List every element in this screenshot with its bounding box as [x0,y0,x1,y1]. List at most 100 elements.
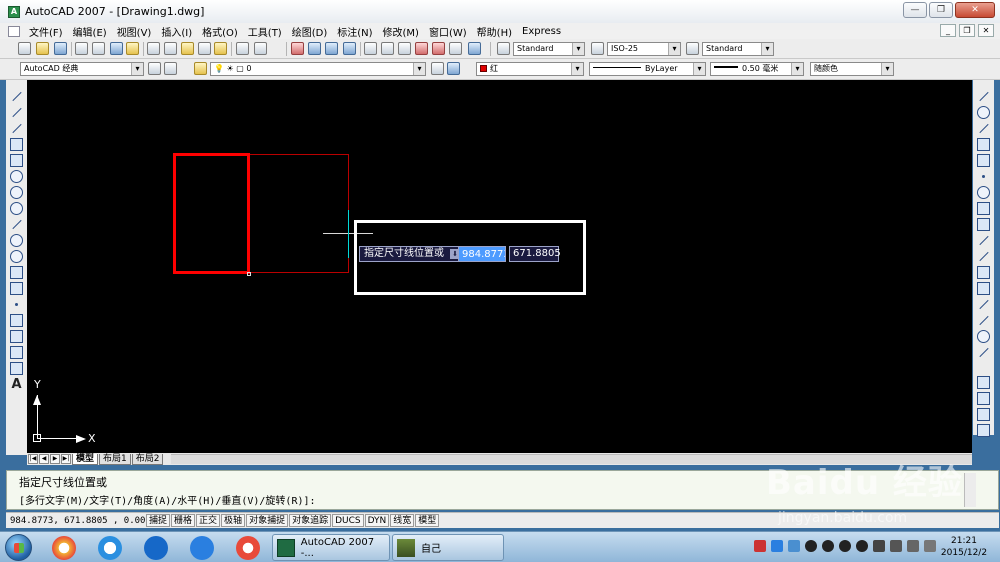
command-prompt-line[interactable]: [多行文字(M)/文字(T)/角度(A)/水平(H)/垂直(V)/旋转(R)]: [19,492,316,507]
table-icon[interactable] [10,362,23,375]
arc-icon[interactable] [10,170,23,183]
trim-icon[interactable] [977,234,990,247]
layer-manager-icon[interactable] [194,62,207,75]
chamfer-icon[interactable] [977,314,990,327]
menu-modify[interactable]: 修改(M) [378,24,424,39]
restore-button[interactable]: ❐ [929,2,953,18]
tab-nav-last[interactable]: ▶| [61,454,71,464]
publish-web-icon[interactable] [126,42,139,55]
color-select[interactable]: 红 [476,62,584,76]
linetype-select[interactable]: ByLayer [589,62,706,76]
red-rectangle-entity[interactable] [173,153,250,274]
polar-toggle[interactable]: 极轴 [221,514,246,527]
send-under-icon[interactable] [977,424,990,437]
copy-object-icon[interactable] [977,106,990,119]
match-properties-icon[interactable] [198,42,211,55]
publish-icon[interactable] [110,42,123,55]
tray-qq-icon[interactable] [856,540,868,552]
make-layer-current-icon[interactable] [431,62,444,75]
menu-view[interactable]: 视图(V) [112,24,157,39]
construction-line-icon[interactable] [10,106,23,119]
undo-icon[interactable] [236,42,249,55]
tool-palettes-icon[interactable] [398,42,411,55]
rectangle-icon[interactable] [10,154,23,167]
kugou-icon[interactable] [144,536,168,560]
insert-block-icon[interactable] [10,266,23,279]
break-icon[interactable] [977,282,990,295]
scale-icon[interactable] [977,202,990,215]
workspace-select[interactable]: AutoCAD 经典 [20,62,144,76]
extend-icon[interactable] [977,250,990,263]
ellipse-icon[interactable] [10,234,23,247]
taskbar-item-autocad[interactable]: AutoCAD 2007 -... [272,534,390,561]
command-line-scrollbar[interactable] [964,473,976,507]
table-style-icon[interactable] [686,42,699,55]
make-block-icon[interactable] [10,282,23,295]
menu-insert[interactable]: 插入(I) [156,24,197,39]
ellipse-arc-icon[interactable] [10,250,23,263]
menu-express[interactable]: Express [517,26,566,37]
browser-icon[interactable] [52,536,76,560]
circle-icon[interactable] [10,186,23,199]
pan-icon[interactable] [291,42,304,55]
autocad-app-icon[interactable]: A [8,5,20,18]
hatch-icon[interactable] [10,314,23,327]
doc-minimize-button[interactable]: _ [940,24,956,37]
point-icon[interactable] [10,298,23,311]
erase-icon[interactable] [977,90,990,103]
osnap-toggle[interactable]: 对象捕捉 [246,514,289,527]
tray-qq-icon[interactable] [839,540,851,552]
zoom-window-icon[interactable] [325,42,338,55]
dim-style-icon[interactable] [591,42,604,55]
doc-restore-button[interactable]: ❐ [959,24,975,37]
region-icon[interactable] [10,346,23,359]
text-style-select[interactable]: Standard [513,42,585,56]
fillet-icon[interactable] [977,330,990,343]
minimize-button[interactable]: — [903,2,927,18]
save-icon[interactable] [54,42,67,55]
menu-dimension[interactable]: 标注(N) [332,24,377,39]
polyline-icon[interactable] [10,122,23,135]
move-icon[interactable] [977,170,990,183]
horizontal-scrollbar[interactable] [171,454,972,464]
ducs-toggle[interactable]: DUCS [332,514,364,527]
block-editor-icon[interactable] [214,42,227,55]
join-icon[interactable] [977,298,990,311]
properties-icon[interactable] [364,42,377,55]
help-icon[interactable] [468,42,481,55]
command-line[interactable]: 指定尺寸线位置或 [多行文字(M)/文字(T)/角度(A)/水平(H)/垂直(V… [6,470,999,510]
menu-window[interactable]: 窗口(W) [424,24,472,39]
plot-icon[interactable] [75,42,88,55]
tray-security-icon[interactable] [788,540,800,552]
mirror-icon[interactable] [977,122,990,135]
menu-draw[interactable]: 绘图(D) [287,24,333,39]
menu-edit[interactable]: 编辑(E) [68,24,112,39]
tab-nav-prev[interactable]: ◀ [39,454,49,464]
plotstyle-select[interactable]: 随颜色 [810,62,894,76]
layer-select[interactable]: 💡 ☀ ▢ 0 [210,62,426,76]
tray-network-icon[interactable] [907,540,919,552]
send-to-back-icon[interactable] [977,392,990,405]
gradient-icon[interactable] [10,330,23,343]
bring-above-icon[interactable] [977,408,990,421]
dynamic-input-x-field[interactable]: 984.8773 [458,246,506,262]
tab-model[interactable]: 模型 [72,453,99,465]
bring-to-front-icon[interactable] [977,376,990,389]
dim-style-select[interactable]: ISO-25 [607,42,681,56]
redo-icon[interactable] [254,42,267,55]
menu-file[interactable]: 文件(F) [24,24,68,39]
cut-icon[interactable] [147,42,160,55]
plot-preview-icon[interactable] [92,42,105,55]
clock[interactable]: 21:21 2015/12/2 [935,535,993,559]
rotate-icon[interactable] [977,186,990,199]
security-shield-icon[interactable] [190,536,214,560]
taskbar-item-photo[interactable]: 自己 [392,534,504,561]
grid-toggle[interactable]: 栅格 [171,514,196,527]
lineweight-toggle[interactable]: 线宽 [390,514,415,527]
menu-format[interactable]: 格式(O) [197,24,243,39]
document-icon[interactable] [8,25,20,37]
offset-icon[interactable] [977,138,990,151]
polygon-icon[interactable] [10,138,23,151]
array-icon[interactable] [977,154,990,167]
media-player-icon[interactable] [236,536,260,560]
